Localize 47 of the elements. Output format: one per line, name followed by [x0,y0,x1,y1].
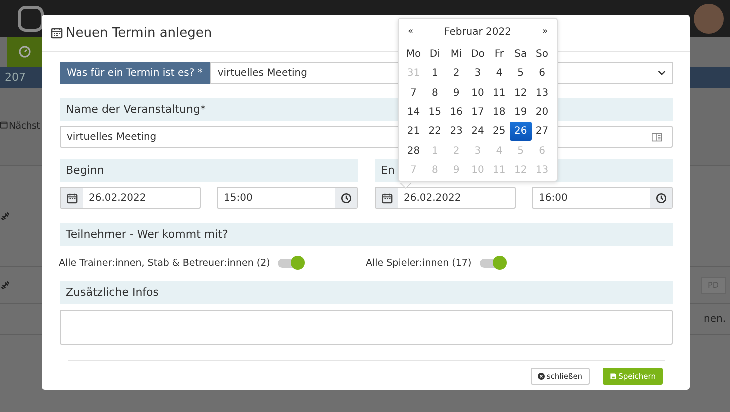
calendar-icon [51,27,63,39]
dumbbell-icon [0,280,11,290]
info-textarea[interactable] [60,310,673,345]
calendar-day[interactable]: 5 [510,64,532,84]
field-label: Zusätzliche Infos [60,281,673,304]
calendar-day[interactable]: 3 [467,64,489,84]
calendar-day[interactable]: 14 [403,102,424,122]
weekday-label: So [535,48,550,62]
weekday-label: Do [470,48,486,62]
section-title: Nächst [9,121,40,132]
calendar-day[interactable]: 2 [446,64,468,84]
weekday-label: Mi [450,48,464,62]
toggle-switch[interactable] [480,259,506,268]
calendar-day[interactable]: 17 [467,102,489,122]
weekday-label: Fr [494,48,505,62]
calendar-day[interactable]: 20 [532,102,553,122]
calendar-day[interactable]: 4 [488,64,510,84]
field-label: Beginn [60,159,358,182]
calendar-day[interactable]: 1 [424,64,446,84]
previous-month-button[interactable]: « [408,27,414,37]
counter: 207 [5,71,26,84]
month-title[interactable]: Februar 2022 [444,26,512,38]
calendar-day[interactable]: 26 [510,122,532,142]
weekday-label: Di [428,48,442,62]
avatar [694,4,724,34]
dumbbell-icon [0,210,11,222]
calendar-day[interactable]: 15 [424,102,446,122]
toggle-switch[interactable] [278,259,304,268]
dashboard-tab[interactable] [7,37,42,67]
close-icon [538,373,545,380]
calendar-day[interactable]: 18 [488,102,510,122]
field-label: Teilnehmer - Wer kommt mit? [60,223,673,246]
gauge-icon [18,46,30,58]
calendar-day[interactable]: 19 [510,102,532,122]
weekday-label: Sa [514,48,528,62]
calendar-icon [0,121,8,129]
field-label: Was für ein Termin ist es? * [60,62,210,84]
toggle-label: Alle Spieler:innen (17) [366,258,472,269]
modal-title: Neuen Termin anlegen [66,26,212,40]
weekday-label: Mo [405,48,422,62]
row-text: nen. [704,314,726,324]
card-icon [652,132,662,142]
toggle-label: Alle Trainer:innen, Stab & Betreuer:innen (2) [59,258,270,269]
chevron-down-icon [658,70,666,76]
next-month-button[interactable]: » [542,27,548,37]
calendar-day[interactable]: 6 [532,64,553,84]
calendar-day[interactable]: 16 [446,102,468,122]
